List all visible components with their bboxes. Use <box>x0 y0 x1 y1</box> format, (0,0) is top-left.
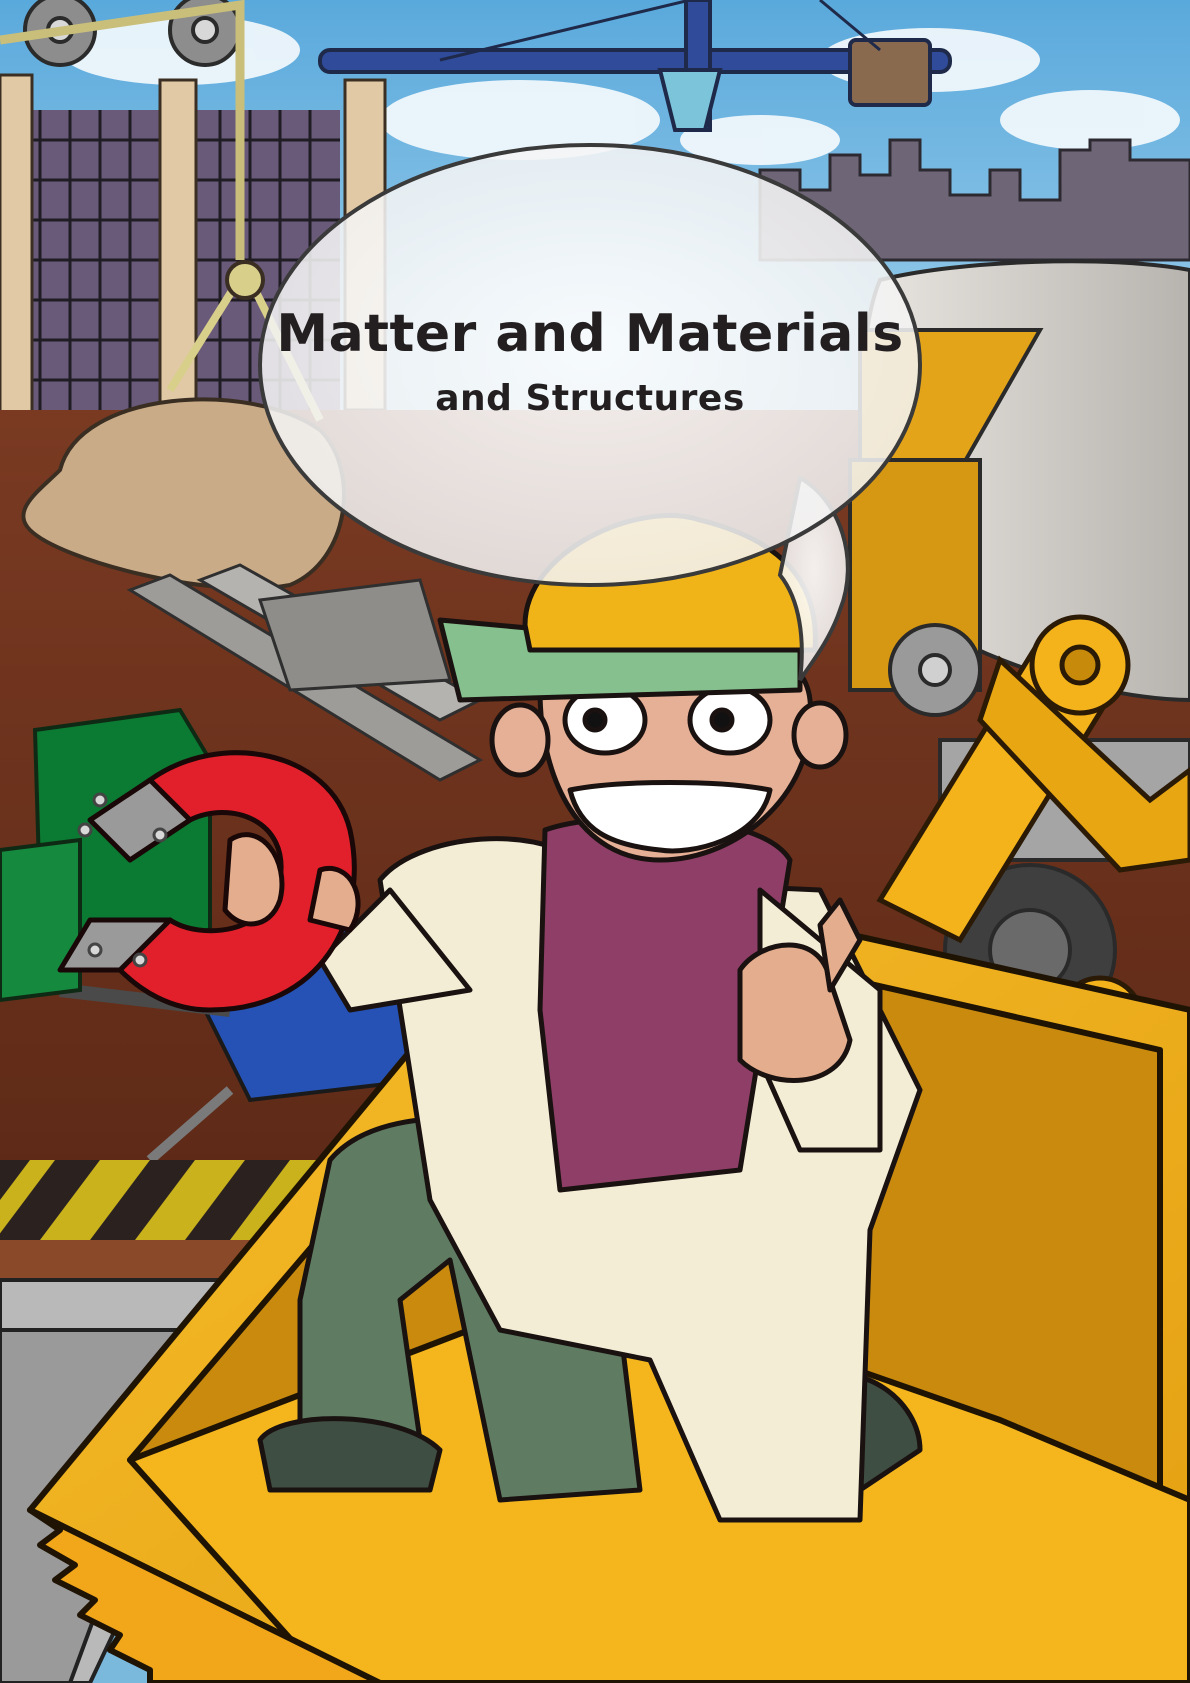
cover-page: Matter and Materials and Structures <box>0 0 1190 1683</box>
cover-illustration <box>0 0 1190 1683</box>
cover-title: Matter and Materials <box>276 304 904 364</box>
cover-subtitle: and Structures <box>435 378 745 419</box>
